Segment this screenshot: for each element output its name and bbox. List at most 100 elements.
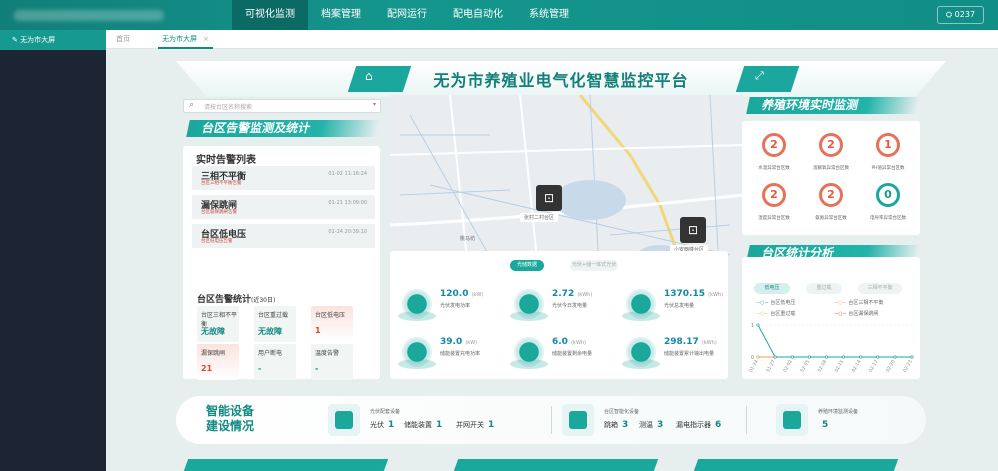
device-count: 漏电指示器 6 — [676, 420, 721, 430]
nav-distribution-automation[interactable]: 配电自动化 — [440, 0, 516, 30]
stat-unit: (kWh) — [577, 292, 593, 298]
env-label: 电导率异常台区数 — [870, 216, 906, 221]
stat-panel: 低电压 重过载 三相不平衡 −○− 台区低电压 −○− 台区三相不平衡 −○− … — [742, 257, 920, 379]
data-point — [859, 355, 863, 359]
y-tick-label: 1 — [751, 323, 754, 329]
data-point — [842, 355, 846, 359]
tab-dashboard-label: 无为市大屏 — [162, 35, 197, 43]
search-input[interactable]: ⌕ 请按台区名称搜索 ▾ — [183, 99, 381, 113]
alarm-item[interactable]: 三相不平衡 台区三相不平衡告警 01-02 11:16:24 — [192, 166, 375, 190]
device-count-value: 1 — [488, 420, 495, 430]
device-count-label: 测温 — [639, 421, 653, 429]
tab-home[interactable]: 首页 — [116, 30, 130, 49]
tab-pv-integrated[interactable]: 光伏+储一体式光伏 — [570, 260, 618, 271]
data-point — [910, 355, 914, 359]
data-point — [876, 355, 880, 359]
tab-overload[interactable]: 重过载 — [806, 283, 842, 294]
chevron-down-icon: ▾ — [372, 101, 376, 108]
device-count: 并网开关 1 — [456, 420, 494, 430]
footer-strip — [693, 459, 899, 471]
env-label: 溶解氧异常台区数 — [813, 166, 849, 171]
stat-value: 21 — [201, 364, 213, 373]
nav-grid-operation[interactable]: 配网运行 — [374, 0, 440, 30]
storage-power-stat: 39.0 (kW) 储能装置充电功率 — [398, 333, 508, 377]
nav-system-management[interactable]: 系统管理 — [516, 0, 582, 30]
legend-item: −○− 台区低电压 — [756, 299, 795, 306]
data-point — [756, 355, 760, 359]
sidebar: ✎ 无为市大屏 — [0, 30, 106, 471]
sidebar-item-dashboard[interactable]: ✎ 无为市大屏 — [0, 30, 106, 50]
alarm-panel-title: 台区告警监测及统计 — [186, 120, 380, 137]
footer-strip — [183, 459, 389, 471]
stat-label: 台区低电压 — [315, 312, 346, 319]
stat-value: 39.0 — [440, 337, 463, 347]
solar-icon — [398, 289, 436, 321]
alarm-item-sub: 台区三相不平衡告警 — [201, 181, 242, 186]
x-tick-label: 02-20 — [885, 359, 897, 373]
stat-value: 2.72 — [552, 289, 575, 299]
data-point — [756, 323, 760, 327]
device-count-value: 3 — [657, 420, 664, 430]
main-nav: 可视化监测 档案管理 配网运行 配电自动化 系统管理 — [232, 0, 582, 30]
legend-marker: −○− — [834, 300, 849, 306]
stat-label: 用户断电 — [258, 350, 283, 357]
env-ring: 2 — [762, 183, 786, 207]
data-point — [773, 355, 777, 359]
env-label: 氨氮异常台区数 — [815, 216, 847, 221]
data-point — [893, 355, 897, 359]
stat-power-outage: 用户断电 - — [254, 344, 296, 380]
legend-label: 台区漏保跳闸 — [848, 311, 879, 317]
plug-icon — [510, 289, 548, 321]
user-button[interactable]: ⛭ 0237 — [936, 6, 984, 24]
stat-low-voltage: 台区低电压 1 — [311, 306, 353, 342]
device-count: 光伏 1 — [370, 420, 394, 430]
device-count-label: 储能装置 — [404, 421, 432, 429]
alarm-item[interactable]: 漏保跳闸 台区漏保跳闸告警 01-21 13:09:00 — [192, 195, 375, 219]
env-ring: 2 — [819, 133, 843, 157]
stat-temperature: 温度告警 - — [311, 344, 353, 380]
alarm-item-time: 01-24 20:39:10 — [328, 229, 367, 235]
stat-unit: (kW) — [471, 292, 484, 298]
tab-bar: 首页 无为市大屏 × — [106, 30, 998, 49]
legend-marker: −○− — [834, 311, 849, 317]
x-tick-label: 01-27 — [765, 359, 777, 373]
user-id: 0237 — [954, 10, 975, 19]
pv-today-stat: 2.72 (kWh) 光伏今日发电量 — [510, 285, 620, 329]
sidebar-item-label: 无为市大屏 — [20, 36, 56, 44]
nav-archive[interactable]: 档案管理 — [308, 0, 374, 30]
tab-dashboard[interactable]: 无为市大屏 × — [158, 30, 213, 49]
tag-icon: ✎ — [12, 36, 21, 44]
device-count-value: 3 — [622, 420, 629, 430]
device-count: 5 — [818, 420, 828, 430]
close-icon[interactable]: × — [203, 35, 209, 43]
stat-value: 1370.15 — [664, 289, 705, 299]
x-tick-label: 02-17 — [868, 359, 880, 373]
x-tick-label: 02-05 — [799, 359, 811, 373]
line-chart: 1 001-24 01-27 02-02 02-05 02-08 02-11 02-14 02-… — [748, 323, 914, 373]
alarm-item[interactable]: 台区低电压 台区低电压告警 01-24 20:39:10 — [192, 224, 375, 248]
env-panel: 2 水温异常台区数 2 溶解氧异常台区数 1 PH值异常台区数 2 湿度异常台区… — [742, 121, 920, 235]
transformer-marker[interactable]: ⊡ — [680, 217, 706, 243]
stat-label: 光伏总发电量 — [664, 303, 695, 309]
tab-three-phase[interactable]: 三相不平衡 — [858, 283, 902, 294]
transformer-marker[interactable]: ⊡ — [536, 185, 562, 211]
env-ring: 1 — [876, 133, 900, 157]
alarm-item-time: 01-21 13:09:00 — [328, 200, 367, 206]
solar-panel-icon — [328, 404, 360, 436]
divider — [746, 406, 747, 434]
battery-box-icon — [562, 404, 594, 436]
top-bar: 可视化监测 档案管理 配网运行 配电自动化 系统管理 ⛭ 0237 — [0, 0, 998, 30]
page-title: 无为市养殖业电气化智慧监控平台 — [433, 71, 689, 90]
battery-icon — [510, 337, 548, 369]
x-tick-label: 02-08 — [816, 359, 828, 373]
legend-label: 台区重过载 — [770, 311, 796, 317]
nav-visual-monitor[interactable]: 可视化监测 — [232, 0, 308, 30]
data-point — [824, 355, 828, 359]
tab-pv-data[interactable]: 光储数据 — [510, 260, 544, 271]
tab-low-voltage[interactable]: 低电压 — [754, 283, 790, 294]
device-count-value: 1 — [388, 420, 395, 430]
device-panel-title-1: 智能设备 — [206, 404, 255, 418]
map-place: 桃马坊 — [460, 236, 476, 242]
device-count: 储能装置 1 — [404, 420, 442, 430]
data-point — [790, 355, 794, 359]
